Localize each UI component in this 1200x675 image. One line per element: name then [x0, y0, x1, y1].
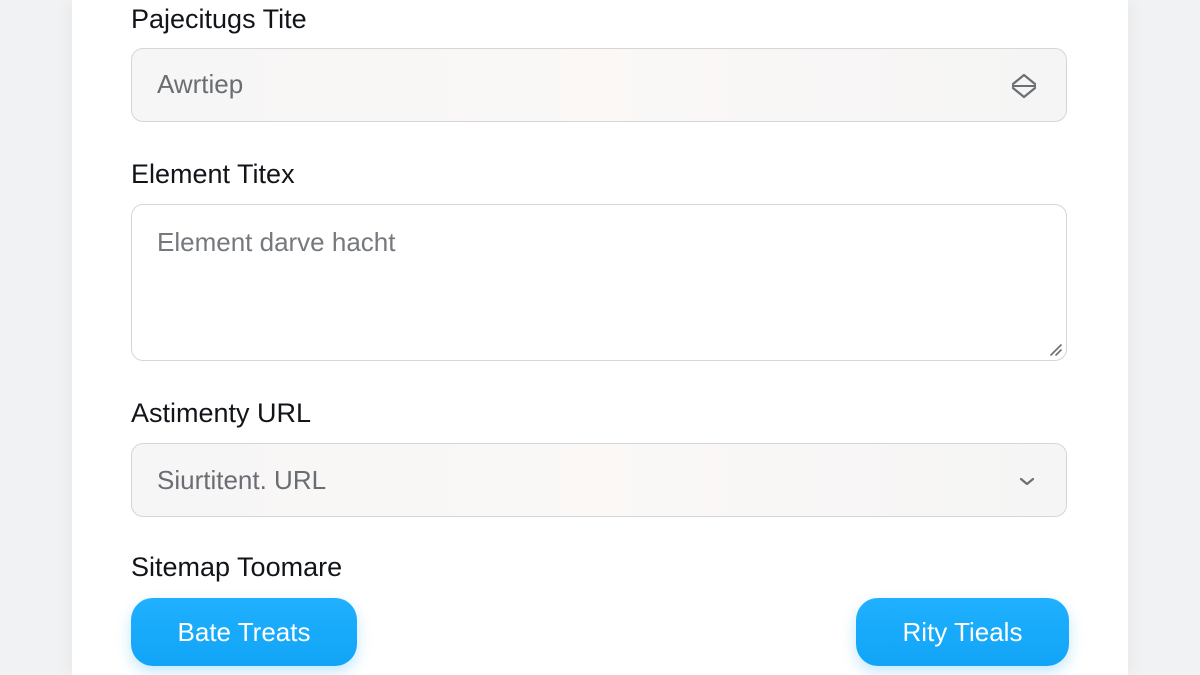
assignment-url-select[interactable]: Siurtitent. URL — [131, 443, 1067, 517]
chevron-down-icon — [1019, 477, 1035, 486]
up-down-arrows-icon — [1011, 73, 1037, 99]
assignment-url-select-value: Siurtitent. URL — [157, 465, 327, 495]
element-text-placeholder: Element darve hacht — [157, 227, 396, 257]
bate-treats-button[interactable]: Bate Treats — [131, 598, 357, 666]
sitemap-label: Sitemap Toomare — [131, 552, 343, 582]
resize-handle-icon[interactable] — [1048, 342, 1062, 356]
rity-tieals-button[interactable]: Rity Tieals — [856, 598, 1069, 666]
page-title-select-value: Awrtiep — [157, 69, 244, 99]
page-title-select[interactable]: Awrtiep — [131, 48, 1067, 122]
page-title-label: Pajecitugs Tite — [131, 4, 307, 34]
assignment-url-label: Astimenty URL — [131, 398, 312, 428]
element-text-textarea[interactable]: Element darve hacht — [131, 204, 1067, 361]
element-text-label: Element Titex — [131, 159, 295, 189]
